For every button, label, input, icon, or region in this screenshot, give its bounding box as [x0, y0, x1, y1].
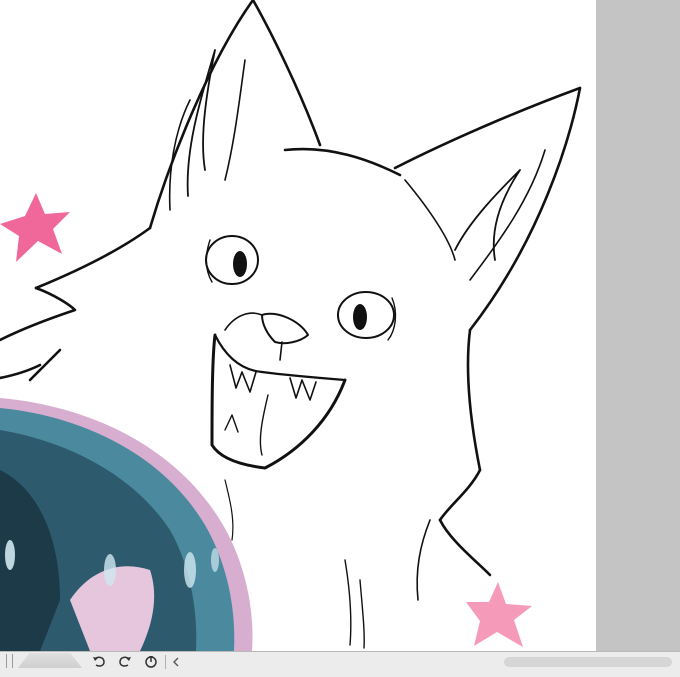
star-left	[0, 193, 70, 262]
character-hair	[0, 398, 253, 651]
horizontal-scrollbar-thumb[interactable]	[504, 657, 672, 667]
canvas-status-bar	[0, 651, 680, 677]
navigator-preview[interactable]	[18, 653, 82, 668]
undo-button[interactable]	[90, 653, 108, 671]
horizontal-scrollbar[interactable]	[186, 656, 676, 668]
star-right	[466, 582, 532, 647]
ruler-tick	[6, 654, 7, 668]
rotate-reset-button[interactable]	[142, 653, 160, 671]
chevron-left-icon	[173, 657, 179, 667]
workspace	[0, 0, 680, 651]
redo-button[interactable]	[116, 653, 134, 671]
rotate-reset-icon	[145, 656, 157, 668]
drawing-canvas[interactable]	[0, 0, 596, 651]
artwork	[0, 0, 582, 651]
undo-icon	[93, 656, 105, 667]
redo-icon	[119, 656, 131, 667]
toolbar-separator	[165, 655, 166, 669]
ruler-tick	[12, 654, 13, 668]
scroll-left-button[interactable]	[167, 653, 185, 671]
